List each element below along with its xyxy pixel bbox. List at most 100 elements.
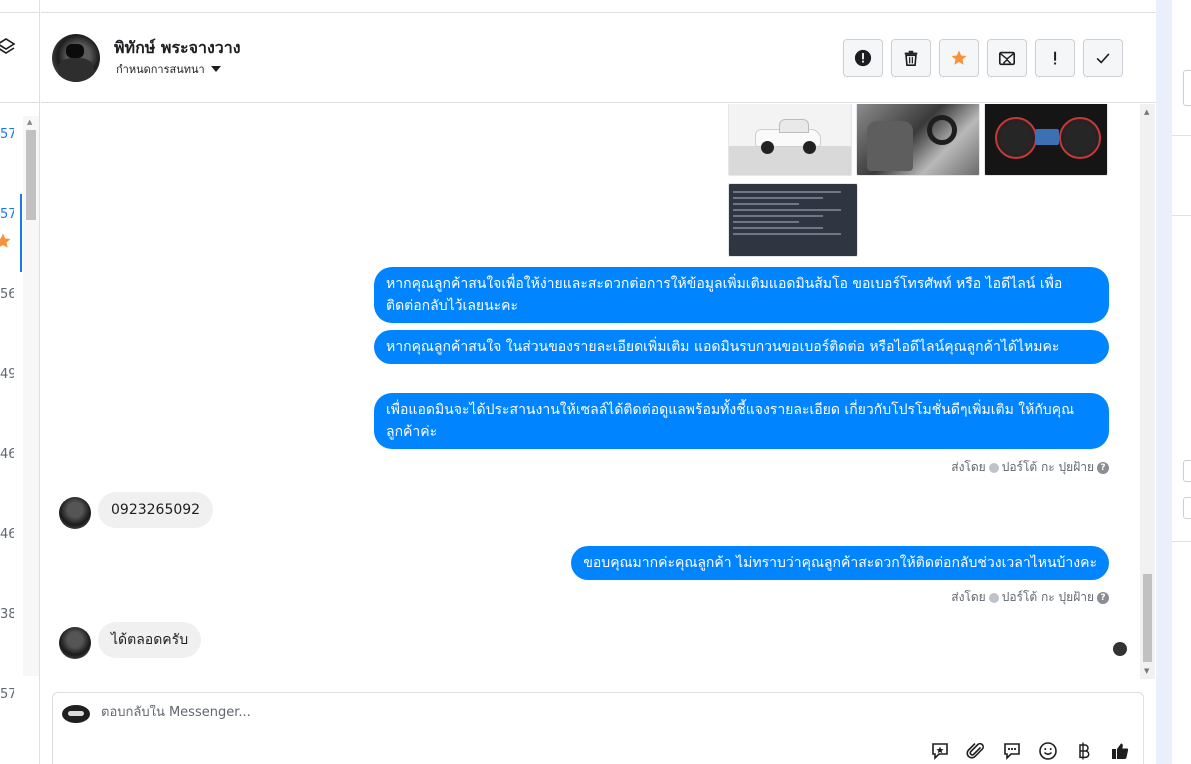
follow-up-button[interactable] [1035,39,1075,77]
message-thread: หากคุณลูกค้าสนใจเพื่อให้ง่ายและสะดวกต่อก… [41,104,1140,679]
divider [0,102,40,103]
sent-by-label: ส่งโดย ปอร์โต้ กะ ปุยฝ้าย ? [951,458,1109,477]
photo-attachment[interactable] [728,183,858,257]
scroll-thumb[interactable] [26,130,36,220]
scroll-down-icon[interactable]: ▼ [1144,667,1149,675]
contact-avatar[interactable] [52,34,100,82]
star-button[interactable] [939,39,979,77]
mark-done-button[interactable] [1083,39,1123,77]
reply-composer [52,692,1144,764]
check-icon [1096,53,1110,64]
help-icon[interactable]: ? [1097,461,1109,474]
contact-avatar[interactable] [59,497,91,529]
photo-attachment[interactable] [728,104,852,176]
text-line-shape [733,191,841,193]
outgoing-message[interactable]: หากคุณลูกค้าสนใจเพื่อให้ง่ายและสะดวกต่อก… [374,267,1109,323]
panel-field[interactable] [1183,497,1191,519]
display-shape [1035,129,1059,145]
check-circle-icon [988,462,999,473]
conversation-count[interactable]: 57 [0,687,14,702]
incoming-message[interactable]: ได้ตลอดครับ [98,622,202,658]
divider [0,12,40,13]
divider [1172,215,1191,216]
mark-spam-button[interactable] [843,39,883,77]
contact-name[interactable]: พิทักษ์ พระจางวาง [114,36,241,61]
help-icon[interactable]: ? [1097,591,1109,604]
exclamation-icon [1054,51,1057,65]
check-circle-icon [988,592,999,603]
wheel-shape [803,141,816,154]
sent-by-text: ส่งโดย [951,460,986,474]
mark-unread-button[interactable] [987,39,1027,77]
exclamation-circle-icon [854,49,872,67]
baht-icon [1079,742,1090,760]
text-line-shape [733,221,799,223]
conversation-list: 57 57 56 49 46 46 38 57 ▲ [0,0,40,764]
contact-avatar[interactable] [59,627,91,659]
panel-field[interactable] [1183,460,1191,482]
truck-shape [779,119,809,133]
sent-by-label: ส่งโดย ปอร์โต้ กะ ปุยฝ้าย ? [951,588,1109,607]
page-logo [62,705,90,723]
gauge-shape [1059,117,1101,159]
photo-attachment[interactable] [984,104,1108,176]
sender-name: ปอร์โต้ กะ ปุยฝ้าย [1001,460,1094,474]
scroll-up-icon[interactable]: ▲ [1144,108,1149,116]
scroll-thumb[interactable] [1143,574,1152,662]
outgoing-message[interactable]: หากคุณลูกค้าสนใจ ในส่วนของรายละเอียดเพิ่… [374,330,1109,364]
chat-options-icon [1004,743,1020,760]
gauge-shape [995,117,1037,159]
attachment-button[interactable] [965,740,987,762]
text-line-shape [733,203,799,205]
chat-header: พิทักษ์ พระจางวาง กำหนดการสนทนา [41,12,1156,103]
assign-conversation-dropdown[interactable]: กำหนดการสนทนา [116,60,221,78]
divider [1172,541,1191,542]
saved-reply-button[interactable] [929,740,951,762]
star-icon [951,50,967,65]
sent-by-text: ส่งโดย [951,590,986,604]
incoming-message[interactable]: 0923265092 [98,492,214,528]
star-icon [0,233,11,248]
conversation-count[interactable]: 57 [0,127,14,142]
envelope-x-icon [998,51,1016,66]
reply-input[interactable] [101,705,801,720]
conversation-count[interactable]: 46 [0,447,14,462]
conversation-count[interactable]: 38 [0,607,14,622]
emoji-button[interactable] [1037,740,1059,762]
chat-options-button[interactable] [1001,740,1023,762]
conversation-count[interactable]: 49 [0,367,14,382]
chevron-down-icon [210,66,221,72]
seen-indicator-avatar [1113,642,1127,656]
avatar-shape [58,58,94,82]
emoji-icon [1039,742,1057,760]
attachment-icon [966,742,984,759]
conversation-count[interactable]: 46 [0,527,14,542]
conversation-count[interactable]: 56 [0,287,14,302]
delete-button[interactable] [891,39,931,77]
steering-wheel-shape [927,115,957,145]
outgoing-message[interactable]: ขอบคุณมากค่ะคุณลูกค้า ไม่ทราบว่าคุณลูกค้… [571,546,1109,580]
thread-scrollbar[interactable]: ▲ ▼ [1140,104,1155,679]
active-conversation-indicator [20,194,22,272]
text-line-shape [733,233,841,235]
trash-icon [904,50,918,67]
text-line-shape [733,209,841,211]
panel-separator [1156,0,1172,764]
composer-toolbar [929,740,1131,762]
payment-button[interactable] [1073,740,1095,762]
outgoing-message[interactable]: เพื่อแอดมินจะได้ประสานงานให้เซลล์ได้ติดต… [374,393,1109,449]
conversation-count[interactable]: 57 [0,207,14,222]
avatar-shape [66,44,84,58]
panel-field[interactable] [1183,70,1191,106]
text-line-shape [733,197,823,199]
text-line-shape [733,215,823,217]
list-scrollbar[interactable]: ▲ [23,116,39,676]
details-panel [1172,0,1191,764]
scroll-up-icon[interactable]: ▲ [27,118,32,126]
sender-name: ปอร์โต้ กะ ปุยฝ้าย [1001,590,1094,604]
photo-attachment[interactable] [856,104,980,176]
layers-icon[interactable] [0,36,16,56]
conversation-actions [843,39,1123,77]
like-button[interactable] [1109,740,1131,762]
like-icon [1112,743,1129,759]
